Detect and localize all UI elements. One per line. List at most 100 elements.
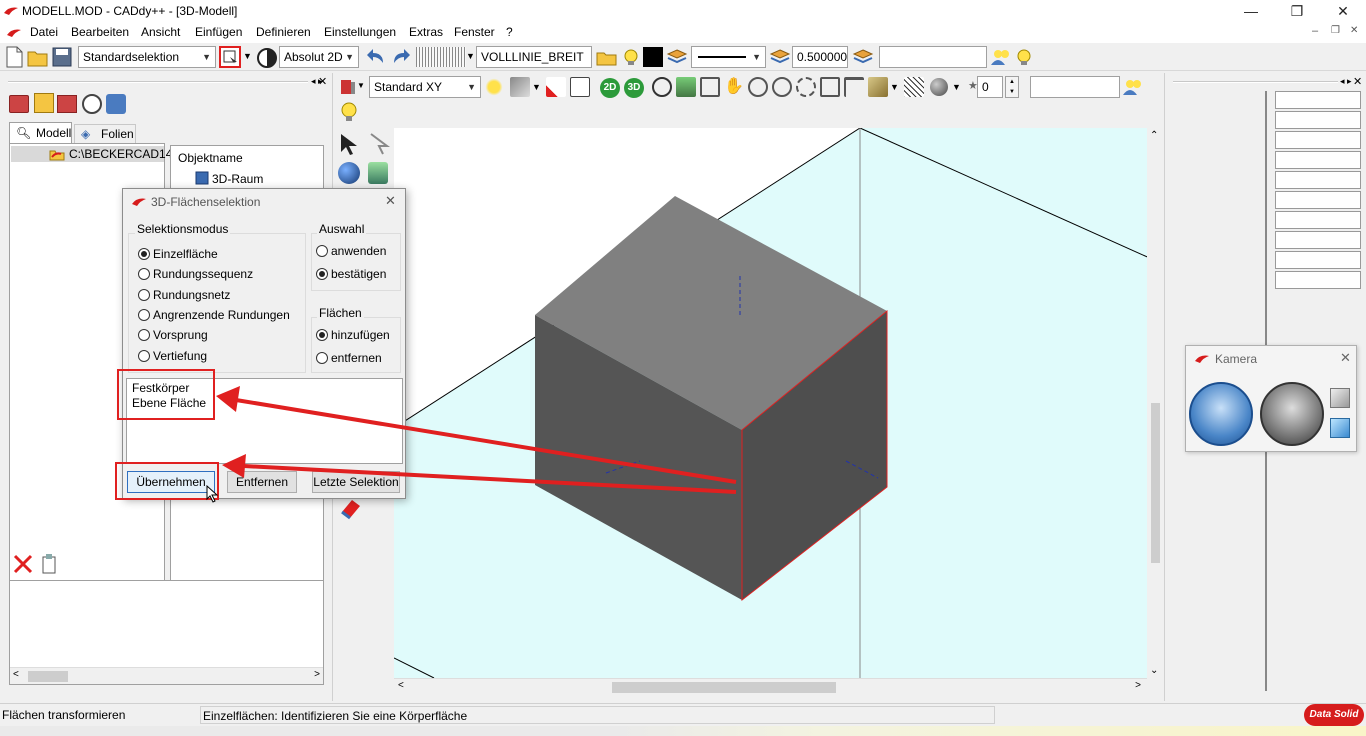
dialog-close-button[interactable]: ✕	[385, 193, 396, 209]
menu-einfuegen[interactable]: Einfügen	[195, 25, 242, 39]
open-file-icon[interactable]	[27, 46, 49, 68]
viewport-hscroll[interactable]: < >	[394, 678, 1147, 695]
orbit-icon[interactable]	[652, 77, 672, 97]
camera-close-button[interactable]: ✕	[1340, 350, 1351, 366]
tree-row-selected[interactable]: C:\BECKERCAD14	[11, 146, 172, 162]
3d-scene[interactable]	[394, 128, 1147, 678]
layer-input[interactable]	[879, 46, 987, 68]
spinner-buttons[interactable]: ▲ ▼	[1005, 76, 1019, 98]
panel-close-icon[interactable]: ✕	[1353, 75, 1362, 88]
mdi-restore-button[interactable]: ❐	[1331, 25, 1340, 36]
undo-icon[interactable]	[365, 47, 387, 67]
object-item[interactable]: 3D-Raum	[212, 172, 263, 186]
pointer-icon[interactable]	[367, 132, 391, 156]
layer-slot[interactable]	[1275, 251, 1361, 269]
view-light-icon[interactable]	[484, 77, 504, 97]
selection-filter-button[interactable]	[219, 46, 241, 68]
layer-slot[interactable]	[1275, 271, 1361, 289]
pen-edit-icon[interactable]	[546, 77, 566, 97]
layer-slot[interactable]	[1275, 111, 1361, 129]
layer-folder-icon[interactable]	[596, 47, 618, 67]
panel-arrow-icon[interactable]: ◂ ▸	[1340, 76, 1352, 87]
restore-button[interactable]: ❐	[1274, 0, 1320, 22]
selection-mode-select[interactable]: Standardselektion ▼	[78, 46, 216, 68]
layer-group-icon[interactable]	[990, 47, 1012, 67]
new-file-icon[interactable]	[4, 46, 24, 68]
remove-button[interactable]: Entfernen	[227, 471, 297, 493]
coordinate-mode-select[interactable]: Absolut 2D ▼	[279, 46, 359, 68]
arrow-select-icon[interactable]	[337, 132, 361, 156]
edge-e-icon[interactable]	[570, 77, 590, 97]
line-width-input[interactable]: 0.500000	[792, 46, 848, 68]
menu-extras[interactable]: Extras	[409, 25, 443, 39]
spinner-input[interactable]: 0	[977, 76, 1003, 98]
people-icon[interactable]	[106, 94, 126, 114]
menu-ansicht[interactable]: Ansicht	[141, 25, 180, 39]
menu-definieren[interactable]: Definieren	[256, 25, 311, 39]
camera-orbit-gray-icon[interactable]	[1260, 382, 1324, 446]
delete-cross-icon[interactable]	[12, 553, 34, 575]
scroll-right-icon[interactable]: >	[1135, 680, 1141, 691]
view-select[interactable]: Standard XY ▼	[369, 76, 481, 98]
sphere-icon[interactable]	[930, 78, 948, 96]
model-view-icon[interactable]	[9, 95, 29, 113]
view-3d-button[interactable]: 3D	[624, 78, 644, 98]
scroll-thumb[interactable]	[612, 682, 836, 693]
line-style-select[interactable]: ▼	[691, 46, 766, 68]
zoom-in-icon[interactable]	[748, 77, 768, 97]
layer-slot[interactable]	[1275, 211, 1361, 229]
scroll-left-icon[interactable]: <	[13, 669, 19, 680]
zoom-window-icon[interactable]	[700, 77, 720, 97]
layer-slot[interactable]	[1275, 151, 1361, 169]
measure-icon[interactable]	[844, 77, 864, 97]
box-solid-icon[interactable]	[868, 77, 888, 97]
layer-slot[interactable]	[1275, 131, 1361, 149]
scroll-left-icon[interactable]: <	[398, 680, 404, 691]
layer-group-icon[interactable]	[1122, 77, 1144, 97]
hatch-icon[interactable]	[904, 77, 924, 97]
radio-vorsprung[interactable]: Vorsprung	[138, 328, 208, 342]
cube-gray-icon[interactable]	[1330, 388, 1350, 408]
cube-blue-icon[interactable]	[1330, 418, 1350, 438]
lightbulb-icon[interactable]	[1013, 47, 1035, 67]
save-icon[interactable]	[51, 46, 73, 68]
view-cube-dropdown[interactable]: ▼	[338, 76, 365, 98]
tab-modell[interactable]: 🔍︎ Modell	[9, 122, 72, 143]
folder-tree-icon[interactable]	[34, 93, 54, 113]
close-button[interactable]: ✕	[1320, 0, 1366, 22]
linetype-input[interactable]: VOLLLINIE_BREIT	[476, 46, 592, 68]
menu-einstellungen[interactable]: Einstellungen	[324, 25, 396, 39]
properties-scrollbar[interactable]: < >	[10, 667, 323, 684]
zoom-previous-icon[interactable]	[820, 77, 840, 97]
layer-settings-icon[interactable]	[852, 47, 874, 67]
cylinder-icon[interactable]	[368, 162, 388, 184]
3d-viewport[interactable]	[394, 128, 1147, 678]
radio-rundungssequenz[interactable]: Rundungssequenz	[138, 267, 253, 281]
layers-stack-icon[interactable]	[666, 47, 688, 67]
radio-rundungsnetz[interactable]: Rundungsnetz	[138, 288, 230, 302]
tab-folien[interactable]: ◈ Folien	[74, 124, 136, 143]
select-view-icon[interactable]	[510, 77, 530, 97]
sphere-solid-icon[interactable]	[338, 162, 360, 184]
menu-bearbeiten[interactable]: Bearbeiten	[71, 25, 129, 39]
scroll-right-icon[interactable]: >	[314, 669, 320, 680]
clipboard-icon[interactable]	[40, 553, 58, 575]
scroll-thumb[interactable]	[28, 671, 68, 682]
eraser-icon[interactable]	[338, 496, 362, 520]
layer-lightbulb-icon[interactable]	[619, 47, 641, 67]
viewport-vscroll[interactable]: ⌃ ⌄	[1147, 128, 1164, 678]
zoom-all-icon[interactable]	[796, 77, 816, 97]
viewport-input[interactable]	[1030, 76, 1120, 98]
redo-icon[interactable]	[390, 47, 412, 67]
menu-fenster[interactable]: Fenster	[454, 25, 495, 39]
line-width-icon[interactable]	[769, 47, 791, 67]
chevron-down-icon[interactable]: ▼	[952, 82, 961, 92]
layer-slot[interactable]	[1275, 231, 1361, 249]
scroll-thumb[interactable]	[1151, 403, 1160, 563]
radio-entfernen[interactable]: entfernen	[316, 351, 382, 365]
radio-anwenden[interactable]: anwenden	[316, 244, 386, 258]
color-swatch[interactable]	[643, 47, 663, 67]
view-2d-button[interactable]: 2D	[600, 78, 620, 98]
layer-slot[interactable]	[1275, 91, 1361, 109]
radio-einzelflaeche[interactable]: Einzelfläche	[138, 247, 218, 261]
